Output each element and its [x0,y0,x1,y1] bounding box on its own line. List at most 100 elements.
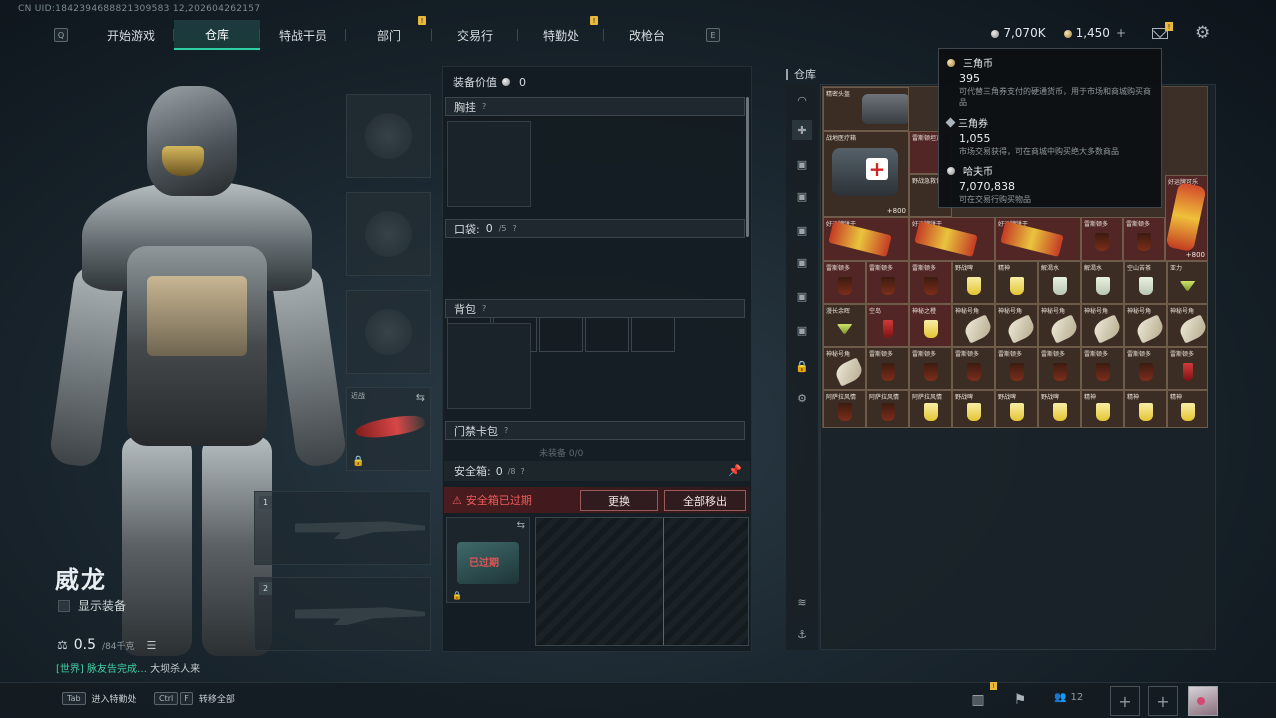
invite-slot-button[interactable]: + [1148,686,1178,716]
tab-trade[interactable]: 交易行 [432,20,518,50]
warehouse-item[interactable]: 战地医疗箱 +800 [823,131,909,217]
swap-safe-button[interactable]: 更换 [580,490,658,511]
warehouse-item[interactable]: 阿萨拉风情 [823,390,866,428]
secondary-weapon-slot[interactable]: 2 [254,577,431,651]
player-avatar[interactable] [1188,686,1218,716]
help-icon[interactable]: ? [482,102,486,111]
warehouse-item[interactable]: 神秘号角 [1167,304,1208,347]
warehouse-item[interactable]: 雷斯顿多 [995,347,1038,390]
warehouse-item[interactable]: 精神 [1081,390,1124,428]
invite-slot-button[interactable]: + [1110,686,1140,716]
warehouse-item[interactable]: 雷斯顿多 [1167,347,1208,390]
warehouse-item[interactable]: 神秘号角 [995,304,1038,347]
storage-filter-icon[interactable]: ▣ [792,286,812,306]
show-equipment-toggle[interactable]: 显示装备 [58,597,126,614]
help-icon[interactable]: ? [521,467,525,476]
next-tab-key[interactable]: E [706,28,720,42]
warehouse-item[interactable]: 雷斯顿多 [1038,347,1081,390]
helmet-filter-icon[interactable]: ◠ [792,90,812,110]
warehouse-item[interactable]: 雷斯顿多 [1081,217,1123,261]
help-icon[interactable]: ? [482,304,486,313]
stats-chart-icon[interactable]: ▥ [962,686,994,714]
medical-filter-icon[interactable]: ✚ [792,120,812,140]
warehouse-item[interactable]: 解渴水 [1081,261,1124,304]
transfer-all-hotkey[interactable]: Ctrl F 转移全部 [154,692,235,705]
flag-icon[interactable]: ⚑ [1004,686,1036,714]
storage-filter-icon[interactable]: ▣ [792,186,812,206]
warehouse-item[interactable]: 野战啤 [1038,390,1081,428]
warehouse-item[interactable]: 野战啤 [995,390,1038,428]
chest-rig-slot[interactable] [447,121,531,207]
warehouse-item[interactable]: 解渴水 [1038,261,1081,304]
armor-slot[interactable] [346,192,431,276]
settings-gear-icon[interactable]: ⚙ [1195,25,1210,42]
warehouse-item[interactable]: 阿萨拉风情 [866,390,909,428]
sort-icon[interactable]: ⚓ [792,624,812,644]
add-currency-button[interactable]: + [1116,26,1126,40]
warehouse-item[interactable]: 雷斯顿多 [1081,347,1124,390]
warehouse-item[interactable]: 神秘之橙 [909,304,952,347]
warehouse-item[interactable]: 雷斯顿多 [952,347,995,390]
warehouse-item[interactable]: 亚力 [1167,261,1208,304]
melee-slot[interactable]: 近战 ⇆ 🔒 [346,387,431,471]
warehouse-item[interactable]: 精密头盔 [823,87,909,131]
warehouse-item[interactable]: 神秘号角 [1038,304,1081,347]
safe-box-cell[interactable] [536,518,664,645]
warehouse-item[interactable]: 雷斯顿多 [866,347,909,390]
warehouse-item[interactable]: 神秘号角 [1081,304,1124,347]
layers-icon[interactable]: ≋ [792,592,812,612]
warehouse-item[interactable]: 雷斯顿多 [866,261,909,304]
squad-count[interactable]: 👥 12 [1054,692,1083,703]
warehouse-item[interactable]: 空山苦茶 [1124,261,1167,304]
warehouse-item[interactable]: 雷斯顿多 [1124,347,1167,390]
storage-filter-icon[interactable]: ▣ [792,154,812,174]
warehouse-item[interactable]: 神秘号角 [823,347,866,390]
warehouse-item[interactable]: 雷斯顿多 [909,261,952,304]
storage-filter-icon[interactable]: ▣ [792,320,812,340]
warehouse-item[interactable]: 精神 [1124,390,1167,428]
tab-gunsmith[interactable]: 改枪台 [604,20,690,50]
warehouse-item[interactable]: 空岛 [866,304,909,347]
safe-box-grid[interactable] [535,517,749,646]
tab-start-game[interactable]: 开始游戏 [88,20,174,50]
warehouse-item[interactable]: 好运牌可乐+800 [1165,175,1208,261]
storage-filter-icon[interactable]: ▣ [792,220,812,240]
warehouse-item[interactable]: 雷斯顿多 [823,261,866,304]
help-icon[interactable]: ? [504,426,508,435]
primary-weapon-slot[interactable]: 1 [254,491,431,565]
warehouse-item[interactable]: 野战啤 [952,390,995,428]
swap-icon[interactable]: ⇆ [416,391,425,404]
tab-operators[interactable]: 特战干员 [260,20,346,50]
help-icon[interactable]: ? [513,224,517,233]
warehouse-item[interactable]: 神秘号角 [952,304,995,347]
prev-tab-key[interactable]: Q [54,28,68,42]
warehouse-item[interactable]: 漫长余晖 [823,304,866,347]
show-equipment-checkbox[interactable] [58,599,70,612]
backpack-slot[interactable] [447,323,531,409]
warehouse-item[interactable]: 精神 [1167,390,1208,428]
tab-department[interactable]: ! 部门 [346,16,432,50]
warehouse-item[interactable]: 好运牌饼干 [823,217,909,261]
settings-icon[interactable]: ⚙ [792,388,812,408]
warehouse-item[interactable]: 神秘号角 [1124,304,1167,347]
warehouse-item[interactable]: 好运牌饼干 [995,217,1081,261]
tab-special-ops[interactable]: ! 特勤处 [518,16,604,50]
list-icon[interactable]: ☰ [147,639,157,652]
chat-line[interactable]: [世界] 脉友告完成… 大坝杀人来 [56,660,200,675]
warehouse-item[interactable]: 精神 [995,261,1038,304]
pin-icon[interactable]: 📌 [728,464,742,477]
lock-icon[interactable]: 🔒 [792,356,812,376]
warehouse-item[interactable]: 野战啤 [952,261,995,304]
warehouse-item[interactable]: 雷斯顿多 [1123,217,1165,261]
enter-special-ops-hotkey[interactable]: Tab 进入特勤处 [62,692,137,705]
warehouse-item[interactable]: 雷斯顿多 [909,347,952,390]
tab-warehouse[interactable]: 仓库 [174,20,260,50]
storage-filter-icon[interactable]: ▣ [792,252,812,272]
safe-case-slot[interactable]: 已过期 ⇆ 🔒 [446,517,530,603]
gear-scrollbar[interactable] [746,97,749,237]
helmet-slot[interactable] [346,94,431,178]
move-all-button[interactable]: 全部移出 [664,490,746,511]
warehouse-item[interactable]: 阿萨拉风情 [909,390,952,428]
swap-icon[interactable]: ⇆ [517,520,525,531]
warehouse-item[interactable]: 好运牌饼干 [909,217,995,261]
